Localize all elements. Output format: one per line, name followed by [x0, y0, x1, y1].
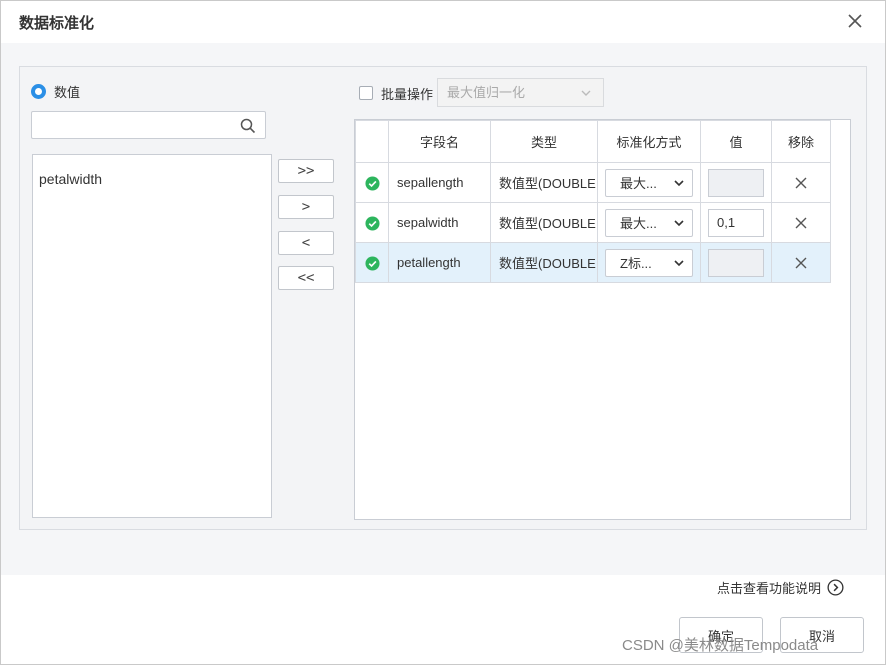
field-type-cell: 数值型(DOUBLE — [490, 202, 598, 243]
remove-icon[interactable] — [794, 256, 808, 270]
field-name-cell: petallength — [388, 242, 491, 283]
batch-checkbox[interactable] — [359, 86, 373, 100]
move-all-right-button[interactable]: >> — [278, 159, 334, 183]
field-type-cell: 数值型(DOUBLE — [490, 242, 598, 283]
chevron-down-icon — [581, 90, 591, 96]
field-search-input[interactable] — [32, 112, 222, 138]
chevron-down-icon — [674, 219, 684, 226]
header-remove: 移除 — [771, 120, 831, 163]
search-icon[interactable] — [240, 118, 256, 134]
move-all-left-button[interactable]: << — [278, 266, 334, 290]
move-right-button[interactable]: > — [278, 195, 334, 219]
field-type-cell: 数值型(DOUBLE — [490, 162, 598, 203]
value-input[interactable]: 0,1 — [708, 208, 764, 237]
watermark-text: CSDN @美林数据Tempodata — [622, 637, 819, 654]
batch-method-select[interactable]: 最大值归一化 — [437, 78, 604, 107]
list-item[interactable]: petalwidth — [39, 171, 102, 187]
field-name-cell: sepallength — [388, 162, 491, 203]
header-status — [355, 120, 389, 163]
field-name-cell: sepalwidth — [388, 202, 491, 243]
check-circle-icon — [364, 216, 380, 231]
method-select-value: 最大... — [620, 216, 657, 231]
header-method: 标准化方式 — [597, 120, 701, 163]
header-field-name: 字段名 — [388, 120, 491, 163]
table-row[interactable]: petallength 数值型(DOUBLE Z标... — [355, 242, 831, 283]
batch-select-value: 最大值归一化 — [447, 85, 526, 100]
remove-icon[interactable] — [794, 216, 808, 230]
batch-operation-toggle[interactable]: 批量操作 — [359, 79, 439, 107]
field-search-box[interactable] — [31, 111, 266, 139]
value-input[interactable] — [708, 168, 764, 197]
help-link-text: 点击查看功能说明 — [717, 580, 822, 596]
move-left-button[interactable]: < — [278, 231, 334, 255]
check-circle-icon — [364, 256, 380, 271]
method-select-value: Z标... — [620, 256, 652, 271]
method-select[interactable]: Z标... — [605, 248, 693, 277]
radio-selected-icon[interactable] — [31, 83, 46, 99]
dialog-titlebar: 数据标准化 — [1, 1, 885, 43]
method-select-value: 最大... — [620, 176, 657, 191]
header-type: 类型 — [490, 120, 598, 163]
selected-fields-table: 字段名 类型 标准化方式 值 移除 sepallength 数值型(DOUBLE… — [354, 119, 851, 520]
close-icon[interactable] — [845, 11, 865, 31]
normalization-dialog: 数据标准化 数值 petalwidth >> > < << 批量操作 最大值归一… — [0, 0, 886, 665]
dialog-title: 数据标准化 — [19, 15, 95, 32]
chevron-right-circle-icon — [827, 578, 844, 596]
table-header-row: 字段名 类型 标准化方式 值 移除 — [355, 120, 831, 163]
chevron-down-icon — [674, 179, 684, 186]
value-input[interactable] — [708, 248, 764, 277]
available-field-list: petalwidth — [32, 154, 272, 518]
table-row[interactable]: sepalwidth 数值型(DOUBLE 最大... 0,1 — [355, 202, 831, 243]
header-value: 值 — [700, 120, 772, 163]
chevron-down-icon — [674, 259, 684, 266]
numeric-radio-label: 数值 — [54, 84, 81, 100]
table-row[interactable]: sepallength 数值型(DOUBLE 最大... — [355, 162, 831, 203]
method-select[interactable]: 最大... — [605, 208, 693, 237]
check-circle-icon — [364, 176, 380, 191]
batch-label: 批量操作 — [381, 86, 434, 102]
remove-icon[interactable] — [794, 176, 808, 190]
method-select[interactable]: 最大... — [605, 168, 693, 197]
numeric-radio-option[interactable]: 数值 — [31, 81, 80, 101]
help-link[interactable]: 点击查看功能说明 — [717, 578, 844, 596]
